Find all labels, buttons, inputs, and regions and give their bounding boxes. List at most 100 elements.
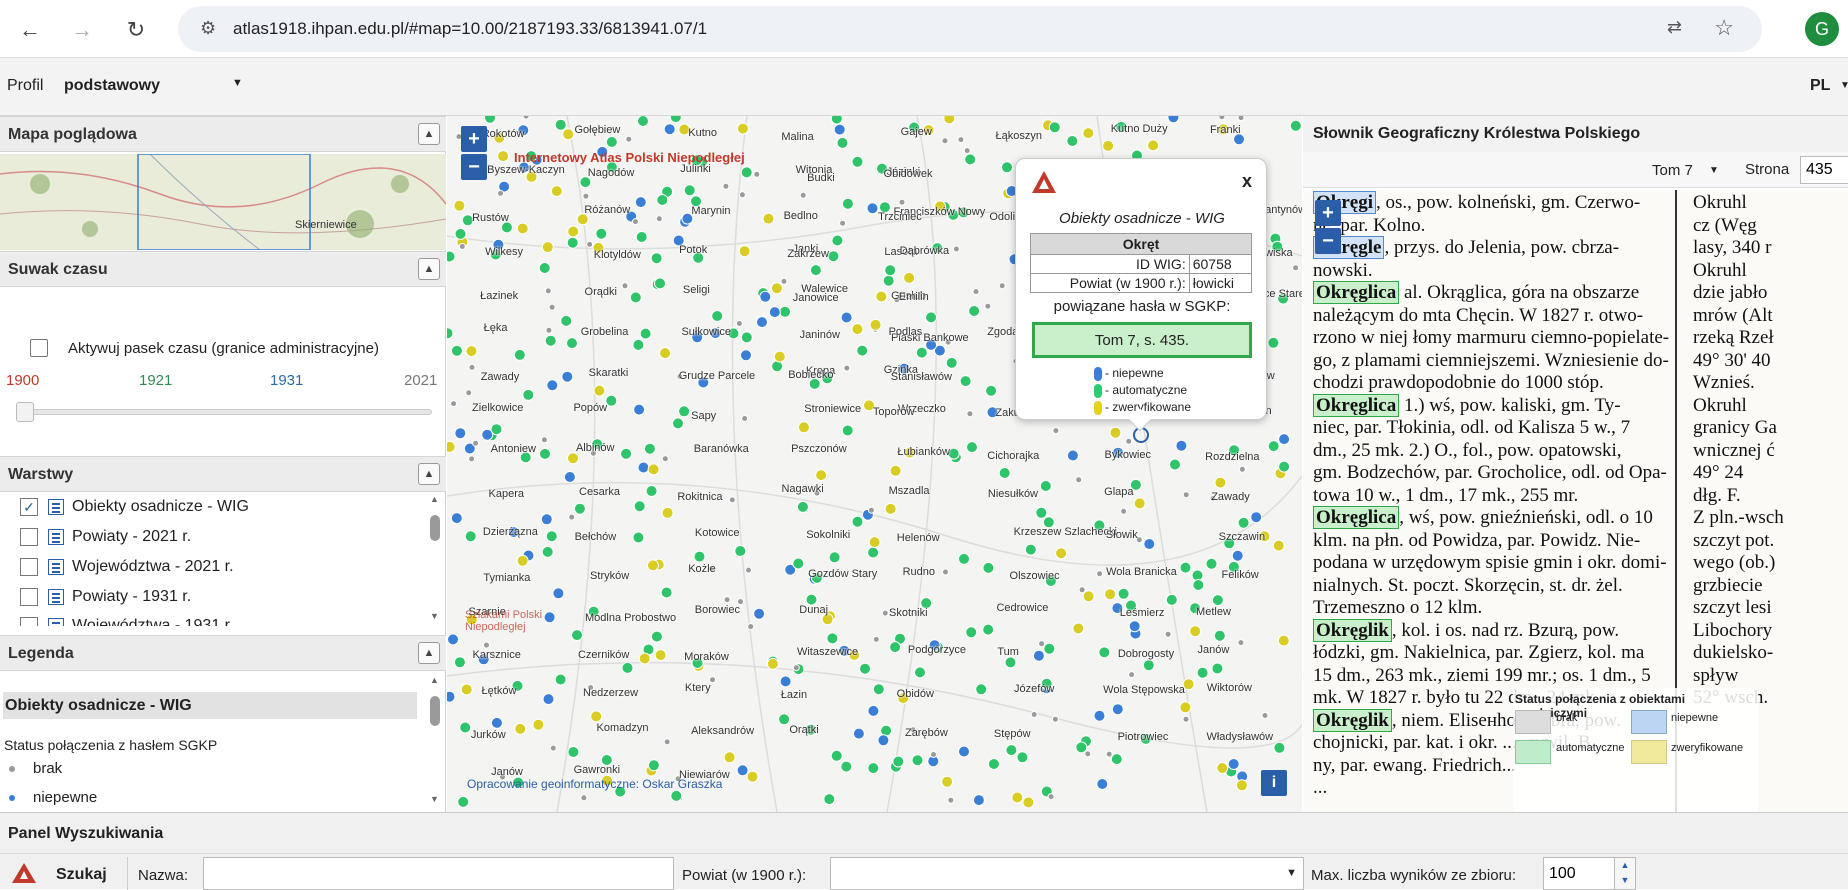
settlement-point[interactable] [1001, 161, 1013, 174]
settlement-point[interactable] [1096, 570, 1104, 578]
settlement-point[interactable] [522, 116, 530, 120]
settlement-point[interactable] [843, 364, 851, 372]
settlement-point[interactable] [1032, 649, 1045, 662]
settlement-point[interactable] [458, 243, 466, 250]
settlement-point[interactable] [984, 302, 992, 310]
settlement-point[interactable] [998, 282, 1006, 290]
settlement-point[interactable] [1048, 121, 1061, 134]
settlement-point[interactable] [647, 559, 659, 572]
settlement-point[interactable] [560, 314, 573, 327]
settlement-point[interactable] [815, 469, 828, 482]
settlement-point[interactable] [522, 388, 535, 401]
settlement-point[interactable] [1096, 778, 1109, 790]
settlement-point[interactable] [851, 323, 864, 336]
search-button[interactable]: Szukaj [56, 866, 107, 884]
settlement-point[interactable] [943, 116, 956, 125]
settlement-point[interactable] [1052, 427, 1060, 435]
settlement-point[interactable] [457, 795, 470, 808]
settlement-point[interactable] [464, 530, 477, 543]
settlement-point[interactable] [1147, 139, 1160, 152]
settlement-point[interactable] [840, 760, 853, 773]
settlement-point[interactable] [851, 155, 864, 168]
settlement-point[interactable] [1235, 779, 1248, 792]
settlement-point[interactable] [1093, 709, 1106, 722]
legend-header[interactable]: Legenda ▲ [0, 635, 446, 671]
settlement-point[interactable] [828, 551, 841, 564]
scan-headword[interactable]: Okręglica [1313, 281, 1400, 304]
settlement-point[interactable] [693, 550, 706, 563]
settlement-point[interactable] [548, 303, 556, 311]
chevron-down-icon[interactable]: ▼ [1840, 80, 1848, 91]
settlement-point[interactable] [1182, 715, 1190, 723]
settlement-point[interactable] [595, 227, 608, 240]
settlement-point[interactable] [792, 557, 805, 570]
settlement-point[interactable] [468, 455, 476, 463]
settlement-point[interactable] [632, 218, 639, 226]
layer-style-icon[interactable] [48, 618, 64, 626]
back-icon[interactable]: ← [12, 12, 48, 48]
settlement-point[interactable] [1051, 715, 1059, 723]
settlement-point[interactable] [1175, 439, 1188, 452]
settlement-point[interactable] [966, 410, 974, 418]
settlement-point[interactable] [867, 546, 880, 559]
settlement-point[interactable] [722, 182, 730, 190]
settlement-point[interactable] [447, 250, 456, 263]
language-select[interactable]: PL [1810, 77, 1830, 95]
settlement-point[interactable] [459, 721, 472, 734]
settlement-point[interactable] [539, 447, 551, 460]
settlement-point[interactable] [762, 212, 775, 225]
legend-scrollbar[interactable]: ▲ ▼ [428, 674, 442, 808]
settlement-point[interactable] [1128, 620, 1141, 633]
settlement-point[interactable] [1169, 458, 1181, 471]
settlement-point[interactable] [545, 326, 553, 334]
settlement-point[interactable] [930, 751, 937, 758]
settlement-point[interactable] [1111, 703, 1124, 716]
scan-headword[interactable]: Okręglik [1313, 708, 1392, 732]
settlement-point[interactable] [958, 745, 970, 758]
sgkp-link-button[interactable]: Tom 7, s. 435. [1032, 322, 1252, 358]
settlement-point[interactable] [779, 675, 792, 688]
settlement-point[interactable] [836, 136, 849, 149]
settlement-point[interactable] [809, 264, 822, 277]
settlement-point[interactable] [1039, 480, 1052, 492]
settlement-point[interactable] [753, 607, 766, 620]
settlement-point[interactable] [573, 502, 586, 515]
tom-select[interactable]: Tom 7 [1652, 162, 1693, 179]
settlement-point[interactable] [647, 759, 660, 772]
settlement-point[interactable] [554, 673, 567, 686]
info-button[interactable]: i [1261, 770, 1287, 796]
settlement-point[interactable] [1179, 561, 1192, 574]
settlement-point[interactable] [779, 305, 791, 318]
settlement-point[interactable] [1237, 116, 1245, 122]
settlement-point[interactable] [840, 311, 853, 324]
settlement-point[interactable] [567, 452, 579, 465]
settlement-point[interactable] [654, 277, 666, 290]
settlement-point[interactable] [632, 531, 645, 544]
settlement-point[interactable] [538, 262, 551, 274]
site-info-icon[interactable]: ⚙ [200, 18, 216, 39]
settlement-point[interactable] [738, 191, 746, 199]
settlement-point[interactable] [945, 356, 958, 369]
settlement-point[interactable] [620, 447, 633, 460]
scan-zoom-in-button[interactable]: + [1315, 200, 1341, 226]
settlement-point[interactable] [723, 751, 736, 764]
settlement-point[interactable] [823, 793, 836, 806]
settlement-point[interactable] [959, 375, 972, 388]
settlement-point[interactable] [892, 755, 905, 768]
settlement-point[interactable] [1035, 506, 1048, 519]
settlement-point[interactable] [447, 440, 456, 453]
settlement-point[interactable] [881, 609, 889, 617]
settlement-point[interactable] [1192, 579, 1205, 591]
settlement-point[interactable] [447, 690, 456, 703]
timeslider-header[interactable]: Suwak czasu ▲ [0, 251, 446, 287]
settlement-point[interactable] [1231, 549, 1244, 562]
settlement-point[interactable] [740, 331, 753, 344]
settlement-point[interactable] [1278, 433, 1291, 446]
settlement-point[interactable] [947, 796, 955, 804]
collapse-icon[interactable]: ▲ [418, 123, 440, 145]
settlement-point[interactable] [736, 122, 749, 135]
settlement-point[interactable] [915, 346, 928, 359]
settlement-point[interactable] [571, 629, 583, 642]
settlement-point[interactable] [745, 566, 752, 574]
settlement-point[interactable] [582, 192, 590, 200]
